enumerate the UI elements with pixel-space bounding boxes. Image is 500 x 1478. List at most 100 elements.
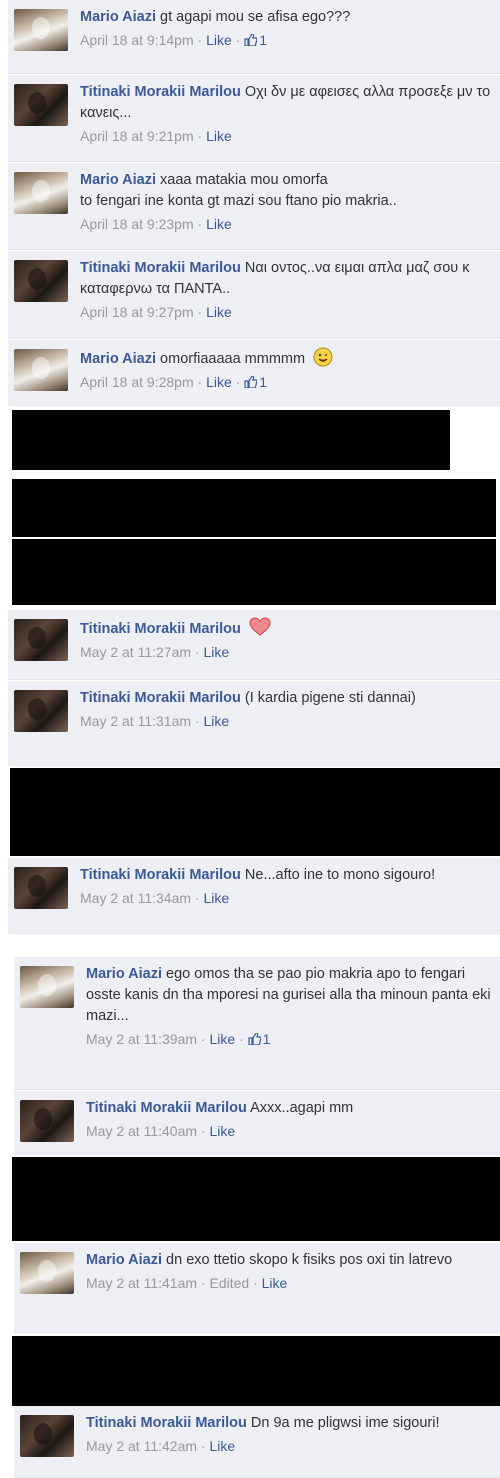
edited-label[interactable]: Edited — [209, 1275, 249, 1291]
comment-text: omorfiaaaaa mmmmm — [160, 351, 306, 367]
separator: · — [194, 713, 200, 729]
avatar[interactable] — [14, 172, 68, 214]
separator: · — [235, 32, 241, 48]
comment-text-line: osste kanis dn tha mporesi na gurisei al… — [86, 987, 491, 1024]
avatar[interactable] — [14, 867, 68, 909]
thumbs-up-icon — [248, 1033, 261, 1045]
like-link[interactable]: Like — [206, 374, 232, 390]
comment-text: Dn 9a me pligwsi ime sigouri! — [250, 1415, 440, 1431]
separator: · — [197, 32, 203, 48]
comment-row: Titinaki Morakii Marilou (I kardia pigen… — [8, 681, 500, 766]
like-link[interactable]: Like — [206, 216, 232, 232]
redaction-block — [12, 410, 450, 470]
like-link[interactable]: Like — [203, 890, 229, 906]
comment-row: Mario Aiazi omorfiaaaaa mmmmm April 18 a… — [8, 340, 500, 406]
comment-text: Ne...afto ine to mono sigouro! — [244, 867, 436, 883]
redaction-block — [10, 768, 500, 856]
comment-row: Mario Aiazi xaaa matakia mou omorfa to f… — [8, 163, 500, 250]
comment-timestamp[interactable]: May 2 at 11:40am — [86, 1123, 197, 1139]
redaction-block — [12, 479, 496, 537]
comment-author[interactable]: Titinaki Morakii Marilou — [80, 260, 241, 276]
thumbs-up-icon — [244, 34, 258, 46]
like-link[interactable]: Like — [203, 713, 229, 729]
comment-author[interactable]: Titinaki Morakii Marilou — [80, 867, 241, 883]
separator: · — [253, 1275, 258, 1291]
comment-row: Titinaki Morakii Marilou May 2 at 11:27a… — [8, 610, 500, 680]
thumbs-up-icon — [244, 376, 258, 388]
like-link[interactable]: Like — [206, 304, 232, 320]
avatar[interactable] — [20, 1100, 74, 1142]
comment-timestamp[interactable]: May 2 at 11:34am — [80, 890, 191, 906]
avatar[interactable] — [20, 1415, 74, 1457]
comment-timestamp[interactable]: April 18 at 9:28pm — [80, 374, 194, 390]
separator: · — [197, 374, 203, 390]
comment-timestamp[interactable]: May 2 at 11:31am — [80, 713, 191, 729]
comment-text: dn exo ttetio skopo k fisiks pos oxi tin… — [166, 1252, 453, 1268]
comment-row: Mario Aiazi ego omos tha se pao pio makr… — [14, 957, 500, 1090]
like-link[interactable]: Like — [209, 1438, 235, 1454]
separator: · — [200, 1438, 206, 1454]
comment-timestamp[interactable]: April 18 at 9:14pm — [80, 32, 194, 48]
comment-text: (I kardia pigene sti dannai) — [244, 690, 416, 706]
redaction-block — [12, 1157, 500, 1241]
comment-text: gt agapi mou se afisa ego??? — [160, 9, 351, 25]
like-link[interactable]: Like — [206, 128, 232, 144]
smiley-icon — [313, 347, 333, 367]
separator: · — [200, 1031, 206, 1047]
separator: · — [194, 890, 200, 906]
comment-timestamp[interactable]: May 2 at 11:39am — [86, 1031, 197, 1047]
avatar[interactable] — [20, 1252, 74, 1294]
like-count[interactable]: 1 — [244, 32, 267, 48]
avatar[interactable] — [14, 619, 68, 661]
like-count[interactable]: 1 — [248, 1031, 270, 1047]
comment-row: Mario Aiazi dn exo ttetio skopo k fisiks… — [14, 1243, 500, 1333]
avatar[interactable] — [20, 966, 74, 1008]
separator: · — [197, 216, 203, 232]
comment-row: Titinaki Morakii Marilou Ναι οντος..να ε… — [8, 251, 500, 339]
comment-timestamp[interactable]: April 18 at 9:21pm — [80, 128, 194, 144]
comment-author[interactable]: Titinaki Morakii Marilou — [86, 1100, 247, 1116]
comment-text: ego omos tha se pao pio makria apo to fe… — [166, 966, 466, 982]
like-link[interactable]: Like — [206, 32, 232, 48]
comment-timestamp[interactable]: April 18 at 9:27pm — [80, 304, 194, 320]
avatar[interactable] — [14, 260, 68, 302]
comment-timestamp[interactable]: April 18 at 9:23pm — [80, 216, 194, 232]
avatar[interactable] — [14, 690, 68, 732]
avatar[interactable] — [14, 349, 68, 391]
separator: · — [235, 374, 241, 390]
comment-row: Titinaki Morakii Marilou Axxx..agapi mm … — [14, 1091, 500, 1155]
like-link[interactable]: Like — [203, 644, 229, 660]
separator: · — [200, 1123, 206, 1139]
comment-row: Titinaki Morakii Marilou Ne...afto ine t… — [8, 858, 500, 934]
comment-author[interactable]: Titinaki Morakii Marilou — [80, 621, 241, 637]
separator: · — [197, 128, 203, 144]
separator: · — [194, 644, 200, 660]
comment-timestamp[interactable]: May 2 at 11:42am — [86, 1438, 197, 1454]
comment-author[interactable]: Titinaki Morakii Marilou — [80, 84, 241, 100]
comment-text: Axxx..agapi mm — [250, 1100, 354, 1116]
comment-author[interactable]: Mario Aiazi — [80, 9, 156, 25]
comment-timestamp[interactable]: May 2 at 11:41am — [86, 1275, 197, 1291]
redaction-block — [12, 1336, 500, 1406]
separator: · — [200, 1275, 206, 1291]
comment-row: Mario Aiazi gt agapi mou se afisa ego???… — [8, 0, 500, 74]
separator: · — [197, 304, 203, 320]
like-link[interactable]: Like — [209, 1031, 235, 1047]
comment-author[interactable]: Mario Aiazi — [86, 1252, 162, 1268]
like-link[interactable]: Like — [262, 1275, 288, 1291]
like-count[interactable]: 1 — [244, 374, 267, 390]
like-link[interactable]: Like — [209, 1123, 235, 1139]
comment-author[interactable]: Titinaki Morakii Marilou — [86, 1415, 247, 1431]
comment-author[interactable]: Mario Aiazi — [86, 966, 162, 982]
comment-author[interactable]: Titinaki Morakii Marilou — [80, 690, 241, 706]
redaction-block — [12, 539, 496, 605]
comment-timestamp[interactable]: May 2 at 11:27am — [80, 644, 191, 660]
comment-text-line: to fengari ine konta gt mazi sou ftano p… — [80, 193, 397, 209]
heart-icon — [249, 617, 271, 636]
comment-author[interactable]: Mario Aiazi — [80, 172, 156, 188]
avatar[interactable] — [14, 9, 68, 51]
comment-author[interactable]: Mario Aiazi — [80, 351, 156, 367]
comment-row: Titinaki Morakii Marilou Οχι δν με αφεισ… — [8, 75, 500, 162]
avatar[interactable] — [14, 84, 68, 126]
comment-text: xaaa matakia mou omorfa — [160, 172, 328, 188]
